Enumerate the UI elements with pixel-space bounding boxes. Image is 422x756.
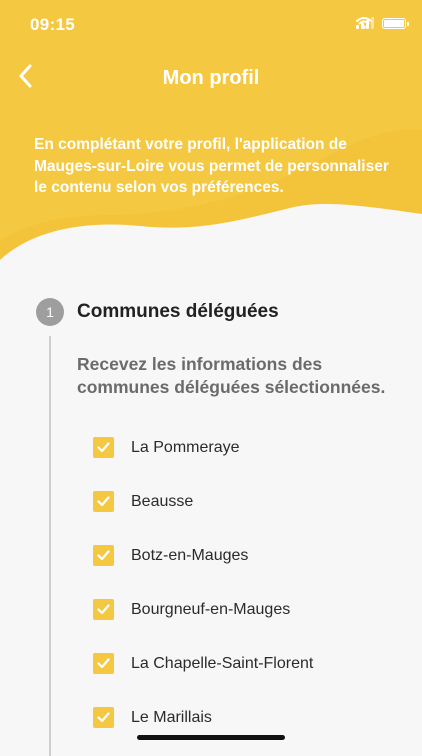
status-time: 09:15 xyxy=(30,15,75,34)
wifi-icon xyxy=(356,17,372,29)
check-icon xyxy=(97,658,110,669)
check-icon xyxy=(97,712,110,723)
check-icon xyxy=(97,604,110,615)
option-bourgneuf-en-mauges[interactable]: Bourgneuf-en-Mauges xyxy=(93,599,290,620)
intro-text: En complétant votre profil, l'applicatio… xyxy=(34,136,389,196)
step-timeline-line xyxy=(49,336,51,756)
option-label: La Chapelle-Saint-Florent xyxy=(131,654,314,672)
section-title: Communes déléguées xyxy=(77,301,279,322)
section-description: Recevez les informations des communes dé… xyxy=(77,354,386,397)
check-icon xyxy=(97,442,110,453)
option-le-marillais[interactable]: Le Marillais xyxy=(93,707,212,728)
checkbox-checked[interactable] xyxy=(93,437,114,458)
checkbox-checked[interactable] xyxy=(93,653,114,674)
checkbox-checked[interactable] xyxy=(93,599,114,620)
status-icons xyxy=(356,17,409,29)
header: 09:15 Mon profil En complétant votre pro… xyxy=(0,0,422,270)
option-label: Bourgneuf-en-Mauges xyxy=(131,600,291,618)
battery-icon xyxy=(382,17,409,29)
check-icon xyxy=(97,550,110,561)
option-label: Le Marillais xyxy=(131,708,212,726)
check-icon xyxy=(97,496,110,507)
checkbox-checked[interactable] xyxy=(93,491,114,512)
option-beausse[interactable]: Beausse xyxy=(93,491,193,512)
option-label: La Pommeraye xyxy=(131,438,240,456)
option-label: Beausse xyxy=(131,492,194,510)
step-badge: 1 xyxy=(36,298,64,326)
status-bar: 09:15 xyxy=(0,0,422,50)
option-label: Botz-en-Mauges xyxy=(131,546,249,564)
option-la-pommeraye[interactable]: La Pommeraye xyxy=(93,437,240,458)
option-botz-en-mauges[interactable]: Botz-en-Mauges xyxy=(93,545,248,566)
page-title: Mon profil xyxy=(162,67,260,89)
checkbox-checked[interactable] xyxy=(93,545,114,566)
section-header: 1 Communes déléguées xyxy=(36,298,279,326)
checkbox-checked[interactable] xyxy=(93,707,114,728)
home-indicator[interactable] xyxy=(137,735,285,740)
option-la-chapelle-saint-florent[interactable]: La Chapelle-Saint-Florent xyxy=(93,653,313,674)
